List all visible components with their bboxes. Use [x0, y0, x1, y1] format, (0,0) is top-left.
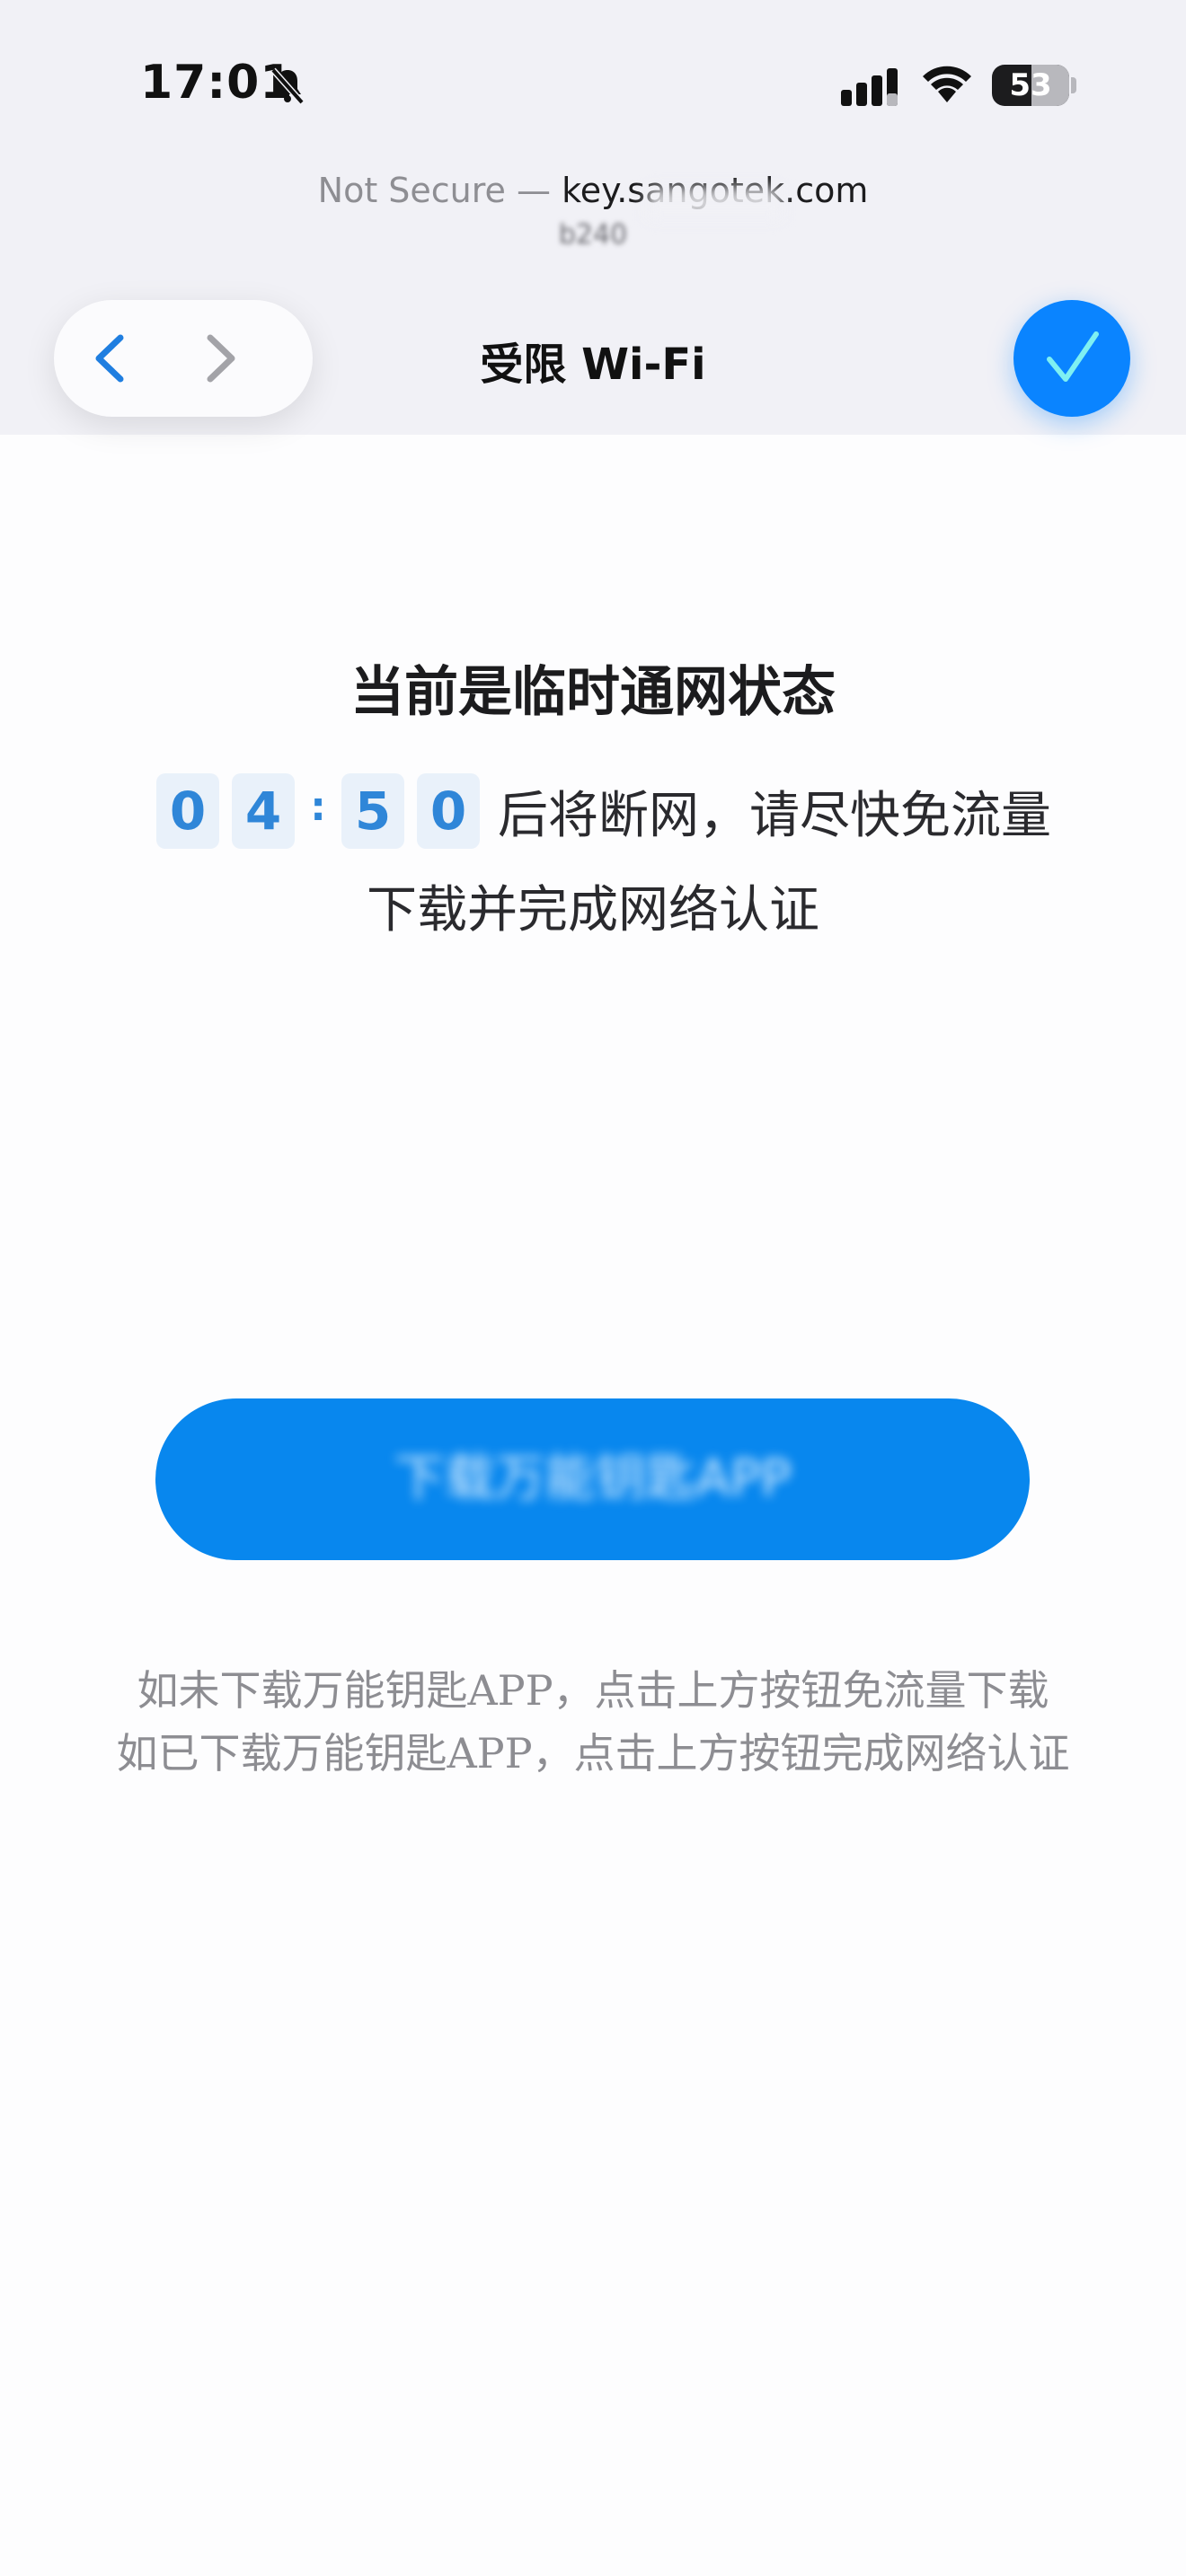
chevron-left-icon[interactable]: [86, 331, 140, 386]
countdown-message: 后将断网，请尽快免流量: [498, 786, 1051, 845]
countdown-digit: 4: [232, 773, 295, 849]
hint-installed: 如已下载万能钥匙APP，点击上方按钮完成网络认证: [116, 1729, 1070, 1778]
checkmark-icon: [1047, 331, 1099, 382]
hint-not-installed: 如未下载万能钥匙APP，点击上方按钮免流量下载: [137, 1666, 1049, 1715]
battery-cap: [1071, 77, 1076, 93]
url-subtitle: b240: [558, 219, 628, 251]
bell-muted-icon: [270, 67, 305, 105]
wifi-icon: [923, 66, 971, 102]
chevron-right-icon[interactable]: [190, 331, 244, 386]
done-button[interactable]: [1013, 300, 1130, 417]
countdown-digit: 0: [417, 773, 480, 849]
download-button-label: 下载万能钥匙APP: [394, 1450, 792, 1508]
countdown-digit: 0: [156, 773, 219, 849]
countdown-separator: :: [310, 783, 326, 830]
countdown-message-line2: 下载并完成网络认证: [367, 881, 819, 940]
url-redaction: [647, 187, 782, 219]
download-app-button[interactable]: 下载万能钥匙APP: [155, 1398, 1030, 1560]
countdown-row: 0 4 : 5 0 后将断网，请尽快免流量: [156, 772, 1051, 850]
battery-indicator: 53: [992, 65, 1069, 106]
battery-level: 53: [1009, 67, 1052, 103]
security-label: Not Secure —: [317, 171, 562, 210]
status-headline: 当前是临时通网状态: [350, 661, 836, 724]
address-bar[interactable]: Not Secure — key.sangotek.com: [0, 171, 1186, 210]
countdown-digit: 5: [341, 773, 404, 849]
cellular-signal-icon: [841, 68, 898, 106]
navigation-pill: [54, 300, 313, 417]
page-title: 受限 Wi-Fi: [480, 340, 706, 390]
